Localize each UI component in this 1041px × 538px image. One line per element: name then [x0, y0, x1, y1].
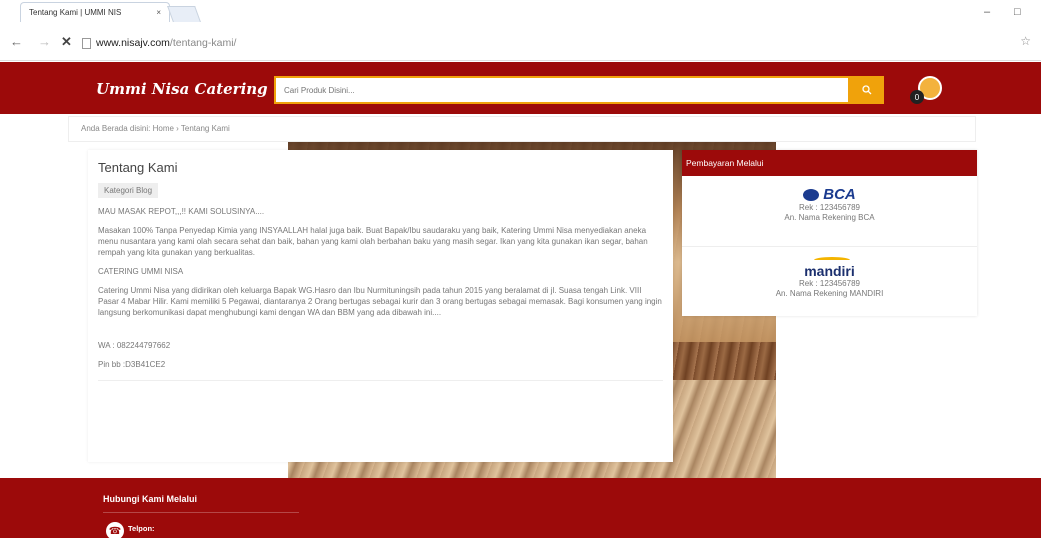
close-tab-icon[interactable]: ×: [156, 8, 161, 17]
divider: [98, 380, 663, 381]
address-bar: ← → ✕ www.nisajv.com/tentang-kami/ ☆: [0, 26, 1041, 61]
search-button[interactable]: [850, 76, 884, 104]
description-text: Masakan 100% Tanpa Penyedap Kimia yang I…: [98, 226, 648, 257]
bank-bca: BCA Rek : 123456789 An. Nama Rekening BC…: [682, 176, 977, 246]
bank-account-number: Rek : 123456789: [799, 203, 860, 212]
url-domain: www.nisajv.com: [96, 37, 170, 49]
bbm-pin-text: Pin bb :D3B41CE2: [98, 360, 166, 369]
payment-heading: Pembayaran Melalui: [682, 150, 977, 176]
bank-account-name: An. Nama Rekening MANDIRI: [775, 289, 884, 298]
section-heading: CATERING UMMI NISA: [98, 267, 184, 276]
mandiri-logo: mandiri: [804, 257, 855, 279]
maximize-icon[interactable]: □: [1014, 6, 1021, 18]
intro-text: MAU MASAK REPOT,,,!! KAMI SOLUSINYA....: [98, 207, 265, 216]
tab-title: Tentang Kami | UMMI NIS: [29, 8, 122, 17]
bca-mark-icon: [803, 188, 820, 201]
mandiri-logo-text: mandiri: [804, 263, 855, 279]
bank-mandiri: mandiri Rek : 123456789 An. Nama Rekenin…: [682, 246, 977, 316]
minimize-icon[interactable]: –: [984, 6, 990, 18]
bank-account-number: Rek : 123456789: [799, 279, 860, 288]
bca-logo-text: BCA: [823, 186, 856, 203]
search-input[interactable]: [284, 78, 844, 102]
bookmark-star-icon[interactable]: ☆: [1020, 34, 1031, 48]
footer-divider: [103, 512, 299, 513]
cart-button[interactable]: 0: [910, 76, 944, 106]
browser-tab-bar: Tentang Kami | UMMI NIS × – □: [0, 0, 1041, 26]
page-title: Tentang Kami: [98, 160, 178, 175]
site-logo[interactable]: Ummi Nisa Catering: [96, 80, 268, 98]
back-icon[interactable]: ←: [10, 34, 23, 49]
page-icon: [82, 37, 91, 49]
stop-icon[interactable]: ✕: [61, 34, 72, 50]
mandiri-wave-icon: [814, 257, 851, 263]
cart-count-badge: 0: [910, 90, 924, 104]
phone-label: Telpon:: [128, 524, 155, 533]
payment-widget: Pembayaran Melalui BCA Rek : 123456789 A…: [682, 150, 977, 316]
new-tab-button[interactable]: [167, 6, 201, 22]
forward-icon[interactable]: →: [38, 34, 51, 49]
bca-logo: BCA: [682, 186, 977, 203]
footer-heading: Hubungi Kami Melalui: [103, 494, 198, 504]
company-text: Catering Ummi Nisa yang didirikan oleh k…: [98, 286, 662, 317]
site-header: Ummi Nisa Catering 0: [0, 62, 1041, 114]
browser-tab[interactable]: Tentang Kami | UMMI NIS ×: [20, 2, 170, 22]
breadcrumb: Anda Berada disini: Home › Tentang Kami: [68, 116, 976, 142]
site-footer: Hubungi Kami Melalui ☎ Telpon:: [0, 478, 1041, 538]
phone-icon: ☎: [106, 522, 124, 538]
search-icon: [862, 85, 872, 95]
search-box: [274, 76, 850, 104]
whatsapp-text: WA : 082244797662: [98, 341, 171, 350]
about-card: Tentang Kami Kategori Blog MAU MASAK REP…: [88, 150, 673, 462]
bank-account-name: An. Nama Rekening BCA: [784, 213, 875, 222]
url-path: /tentang-kami/: [169, 37, 237, 49]
category-tag[interactable]: Kategori Blog: [98, 183, 159, 198]
url-field[interactable]: www.nisajv.com/tentang-kami/: [82, 33, 1012, 53]
